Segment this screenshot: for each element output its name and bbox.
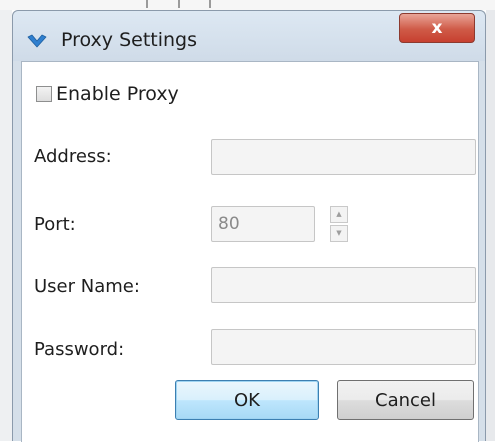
username-input[interactable] <box>211 267 476 303</box>
triangle-up-icon: ▲ <box>336 210 342 218</box>
enable-proxy-checkbox[interactable] <box>36 86 52 102</box>
spin-up-button[interactable]: ▲ <box>330 206 348 223</box>
port-label: Port: <box>34 214 76 235</box>
password-input[interactable] <box>211 329 476 365</box>
window-title: Proxy Settings <box>61 29 198 51</box>
password-label: Password: <box>34 339 125 360</box>
close-icon: x <box>431 18 443 38</box>
enable-proxy-row[interactable]: Enable Proxy <box>36 81 179 107</box>
port-spinner: ▲ ▼ <box>330 206 348 242</box>
background-strip-left <box>0 10 12 441</box>
address-input[interactable] <box>211 139 476 175</box>
spin-down-button[interactable]: ▼ <box>330 225 348 242</box>
cancel-button[interactable]: Cancel <box>337 380 474 420</box>
enable-proxy-label: Enable Proxy <box>56 83 179 105</box>
address-label: Address: <box>34 146 112 167</box>
v-chevron-icon <box>27 34 47 48</box>
dialog-content: Enable Proxy Address: Port: ▲ ▼ User Nam… <box>21 61 479 442</box>
triangle-down-icon: ▼ <box>336 229 342 237</box>
ok-button[interactable]: OK <box>175 380 319 420</box>
background-strip-right <box>486 10 495 441</box>
title-bar[interactable]: Proxy Settings x <box>13 11 485 61</box>
background-tick <box>146 0 148 8</box>
background-tick <box>209 0 211 8</box>
background-tick <box>178 0 180 8</box>
background-strip-top <box>0 0 495 10</box>
proxy-settings-dialog: Proxy Settings x Enable Proxy Address: P… <box>12 10 486 442</box>
username-label: User Name: <box>34 276 140 297</box>
close-button[interactable]: x <box>399 13 475 43</box>
port-input[interactable] <box>211 206 315 242</box>
